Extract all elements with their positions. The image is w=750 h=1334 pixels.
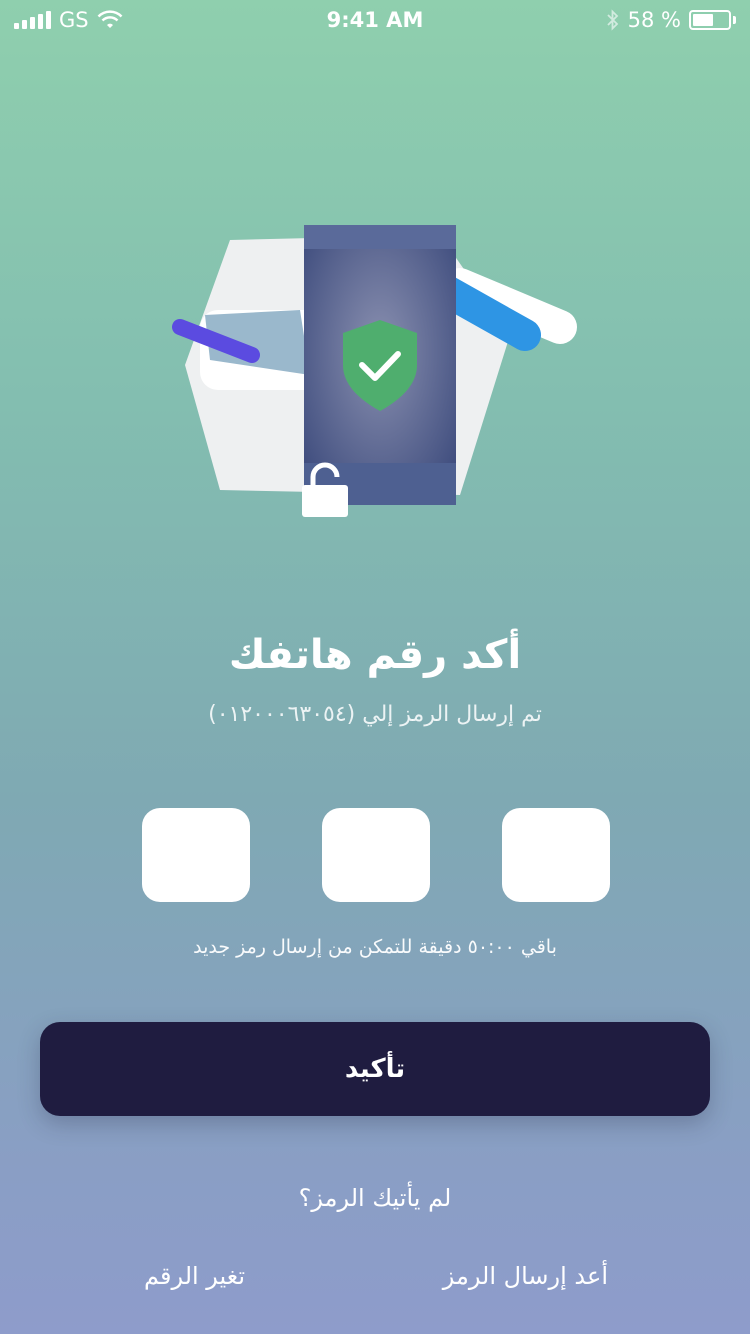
- status-left: GS: [14, 8, 123, 32]
- battery-icon: [689, 10, 736, 30]
- page-title: أكد رقم هاتفك: [228, 632, 522, 678]
- resend-code-link[interactable]: أعد إرسال الرمز: [443, 1262, 608, 1290]
- bluetooth-icon: [607, 9, 618, 31]
- carrier-label: GS: [59, 8, 89, 32]
- sent-to-text: تم إرسال الرمز إلي (٠١٢٠٠٠٦٣٠٥٤): [208, 702, 542, 727]
- code-digit-input[interactable]: [142, 808, 250, 902]
- resend-timer-text: باقي ٥٠:٠٠ دقيقة للتمكن من إرسال رمز جدي…: [193, 936, 557, 958]
- code-digit-input[interactable]: [322, 808, 430, 902]
- status-bar: GS 9:41 AM 58 %: [0, 0, 750, 40]
- confirm-button[interactable]: تأكيد: [40, 1022, 710, 1116]
- battery-percent: 58 %: [627, 8, 681, 32]
- signal-icon: [14, 11, 51, 29]
- wifi-icon: [97, 10, 123, 28]
- code-digit-input[interactable]: [502, 808, 610, 902]
- change-number-link[interactable]: تغير الرقم: [144, 1262, 245, 1290]
- code-input-row: [142, 808, 610, 902]
- no-code-text: لم يأتيك الرمز؟: [298, 1184, 452, 1212]
- verification-illustration: [172, 225, 577, 517]
- status-right: 58 %: [606, 8, 736, 32]
